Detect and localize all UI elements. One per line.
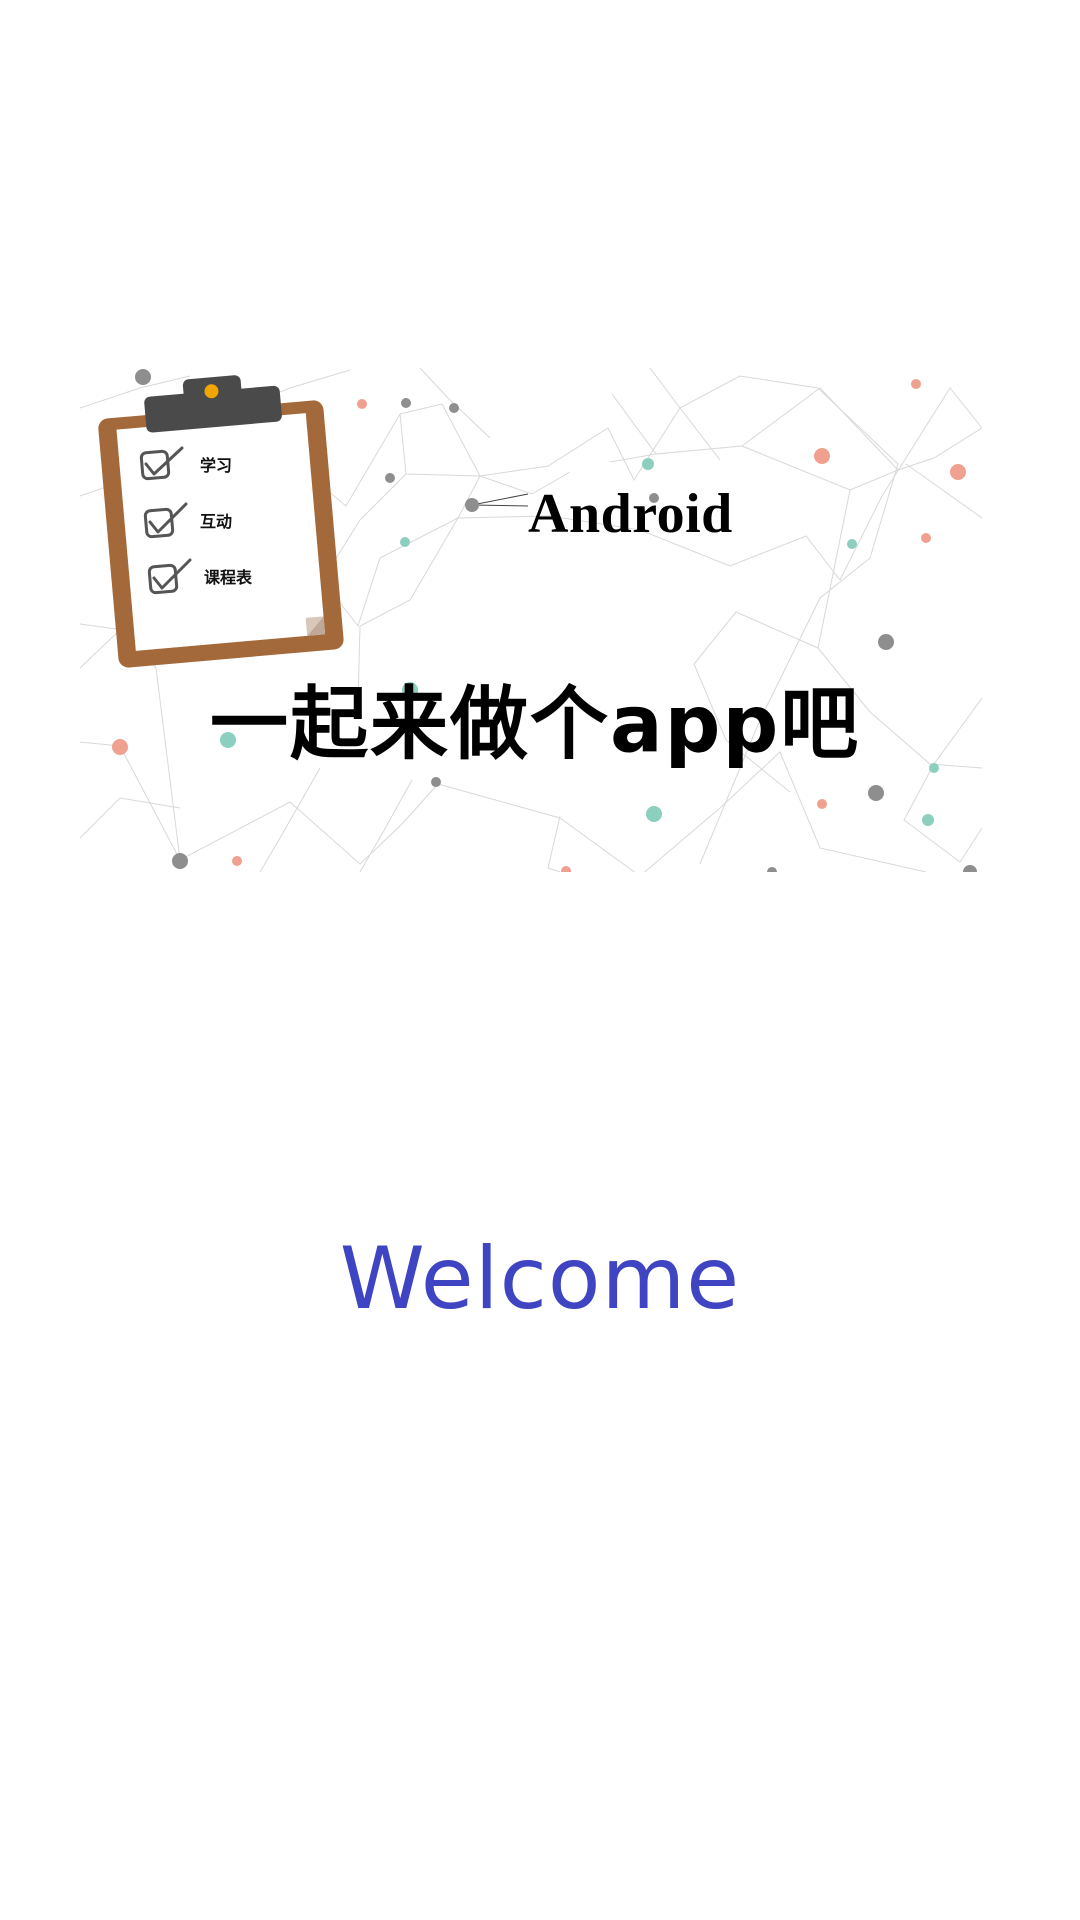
welcome-text: Welcome [339,1229,741,1329]
checklist-item-schedule: 课程表 [204,568,253,587]
banner-image: 学习 互动 课程表 Android 一起来做个app吧 [80,368,982,872]
splash-screen: 学习 互动 课程表 Android 一起来做个app吧 Welcome [0,0,1080,1920]
clipboard-illustration [98,375,344,668]
checklist-item-study: 学习 [200,456,233,475]
checklist-item-interact: 互动 [200,512,233,531]
slogan-text: 一起来做个app吧 [210,679,861,771]
android-title: Android [528,483,733,545]
